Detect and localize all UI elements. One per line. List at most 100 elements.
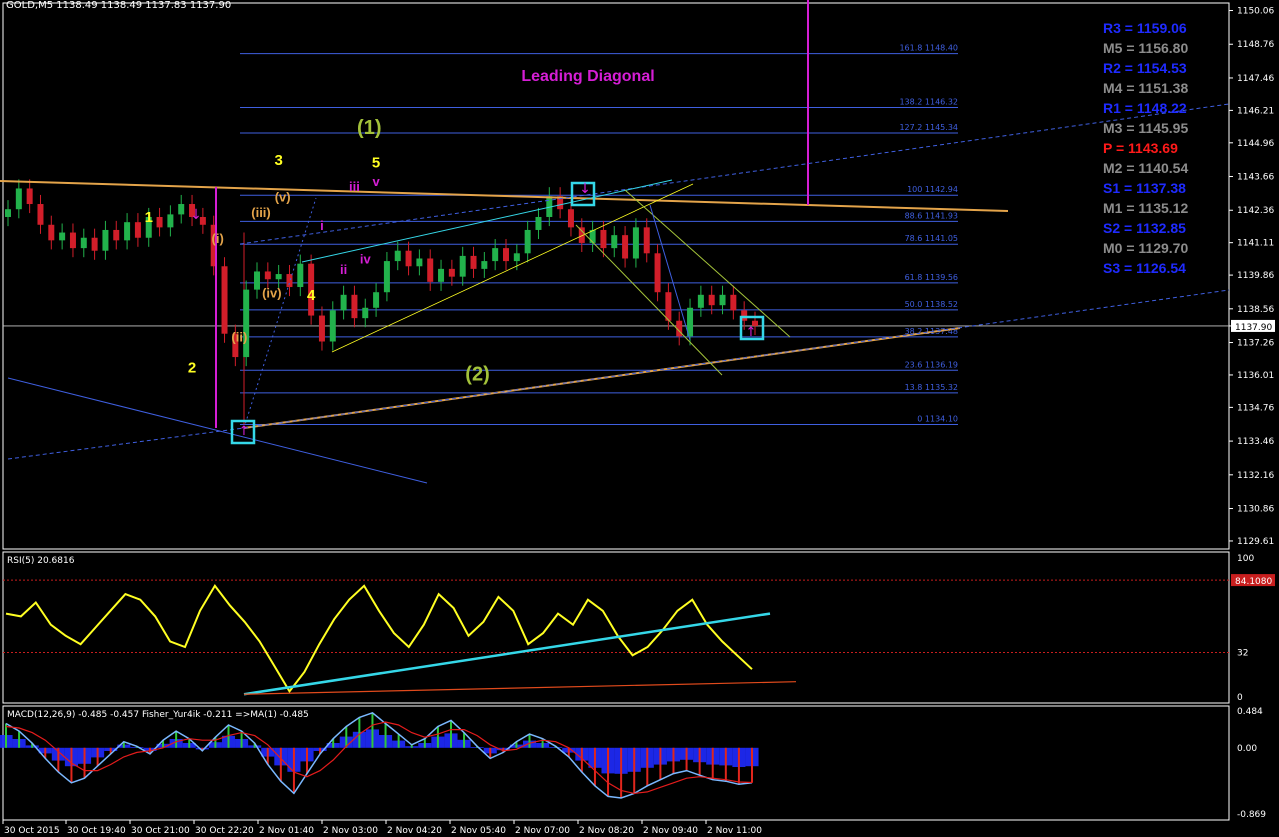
wave-label: iii	[349, 179, 360, 194]
price-tick-label: 1136.01	[1237, 371, 1274, 381]
price-tick-label: 1144.96	[1237, 139, 1274, 149]
candle-body	[470, 255, 477, 269]
pivot-level: M5 = 1156.80	[1103, 40, 1189, 56]
pivot-level: R1 = 1148.22	[1103, 100, 1187, 116]
candle-body	[719, 294, 726, 306]
candle-body	[600, 229, 607, 249]
candle-body	[254, 271, 260, 290]
candle-body	[264, 271, 271, 280]
candle-body	[513, 253, 520, 262]
pivot-levels-panel: R3 = 1159.06 M5 = 1156.80 R2 = 1154.53 M4 =…	[1103, 18, 1233, 278]
rsi-cyan-trendline	[243, 612, 771, 696]
candle-body	[611, 235, 618, 249]
current-price-label: 1137.90	[1235, 323, 1272, 333]
wave-label: 4	[307, 287, 316, 304]
candle-body	[643, 227, 650, 254]
time-tick-label: 30 Oct 19:40	[67, 826, 126, 836]
price-tick-label: 1146.21	[1237, 106, 1274, 116]
rsi-tick-label: 100	[1237, 554, 1254, 564]
magenta-down-arrow: ↓	[190, 207, 202, 223]
price-tick-label: 1134.76	[1237, 403, 1274, 413]
candle-body	[167, 214, 174, 228]
wave-label: (iv)	[262, 285, 282, 300]
pivot-level: P = 1143.69	[1103, 140, 1178, 156]
candle-body	[113, 229, 120, 241]
price-tick-label: 1139.86	[1237, 271, 1274, 281]
rsi-line	[5, 584, 753, 694]
candle-body	[622, 235, 629, 259]
magenta-up-arrow: ↑	[239, 424, 250, 439]
pivot-level: S2 = 1132.85	[1103, 220, 1186, 236]
time-tick-label: 2 Nov 03:00	[323, 826, 378, 836]
candle-body	[156, 216, 163, 228]
rsi-tick-label: 32	[1237, 649, 1248, 659]
candle-body	[351, 294, 358, 319]
price-tick-label: 1129.61	[1237, 537, 1274, 547]
pivot-level: R3 = 1159.06	[1103, 20, 1187, 36]
candle-body	[632, 227, 639, 259]
wave-label: (ii)	[231, 329, 247, 344]
candle-body	[481, 261, 488, 269]
candle-body	[5, 209, 11, 217]
candle-body	[26, 188, 33, 205]
wave-label: iv	[360, 252, 372, 267]
wave-label: i	[320, 218, 324, 233]
fib-level-label: 23.6 1136.19	[905, 360, 958, 369]
price-tick-label: 1142.36	[1237, 206, 1274, 216]
candle-body	[708, 294, 715, 306]
trading-chart[interactable]: 1150.06 1148.76 1147.46 1146.21 1144.96 1143.…	[0, 0, 1279, 837]
time-tick-label: 2 Nov 05:40	[451, 826, 506, 836]
fib-level-label: 61.8 1139.56	[905, 273, 958, 282]
time-tick-label: 2 Nov 07:00	[515, 826, 570, 836]
time-tick-label: 2 Nov 08:20	[579, 826, 634, 836]
pivot-level: S3 = 1126.54	[1103, 260, 1186, 276]
price-tick-label: 1141.11	[1237, 239, 1274, 249]
price-tick-label: 1133.46	[1237, 437, 1274, 447]
candle-body	[37, 204, 44, 225]
price-tick-label: 1137.26	[1237, 339, 1274, 349]
lower-dashed-channel	[7, 427, 245, 460]
rsi-title: RSI(5) 20.6816	[7, 556, 75, 566]
pivot-level: S1 = 1137.38	[1103, 180, 1186, 196]
candle-body	[221, 266, 228, 334]
leading-diagonal-title: Leading Diagonal	[521, 68, 654, 85]
price-tick-label: 1143.66	[1237, 173, 1274, 183]
wave-label: v	[372, 174, 380, 189]
wave-label: 5	[372, 155, 380, 172]
price-tick-label: 1132.16	[1237, 471, 1274, 481]
olive-channel-2	[624, 189, 791, 338]
time-tick-label: 2 Nov 04:20	[387, 826, 442, 836]
symbol-header: GOLD,M5 1138.49 1138.49 1137.83 1137.90	[6, 0, 232, 11]
candle-body	[459, 255, 466, 277]
pivot-level: M0 = 1129.70	[1103, 240, 1189, 256]
price-tick-label: 1138.56	[1237, 305, 1274, 315]
rsi-red-trendline	[243, 681, 797, 695]
candle-body	[394, 250, 401, 262]
candle-body	[535, 216, 542, 230]
wave-label: ii	[340, 262, 347, 277]
fib-level-label: 127.2 1145.34	[899, 123, 958, 132]
time-tick-label: 2 Nov 11:00	[707, 826, 762, 836]
candle-body	[373, 292, 380, 308]
wave-label: 3	[274, 152, 282, 169]
pivot-level: M3 = 1145.95	[1103, 120, 1189, 136]
wave-label: 1	[145, 209, 153, 226]
pivot-level: R2 = 1154.53	[1103, 60, 1187, 76]
price-tick-label: 1130.86	[1237, 505, 1274, 515]
price-tick-label: 1150.06	[1237, 7, 1274, 17]
fib-level-label: 138.2 1146.32	[899, 98, 958, 107]
candle-body	[91, 237, 98, 251]
time-tick-label: 30 Oct 22:20	[195, 826, 254, 836]
macd-tick-label: 0.484	[1237, 707, 1263, 717]
fib-level-label: 88.6 1141.93	[905, 211, 958, 220]
price-tick-label: 1148.76	[1237, 40, 1274, 50]
candle-body	[275, 274, 282, 280]
candle-body	[48, 224, 55, 241]
candle-body	[178, 204, 185, 215]
wave-label: (2)	[465, 363, 489, 385]
time-tick-label: 30 Oct 2015	[4, 826, 60, 836]
candle-body	[427, 258, 434, 282]
candle-body	[567, 209, 574, 228]
candle-body	[102, 229, 109, 251]
candle-body	[665, 292, 672, 321]
